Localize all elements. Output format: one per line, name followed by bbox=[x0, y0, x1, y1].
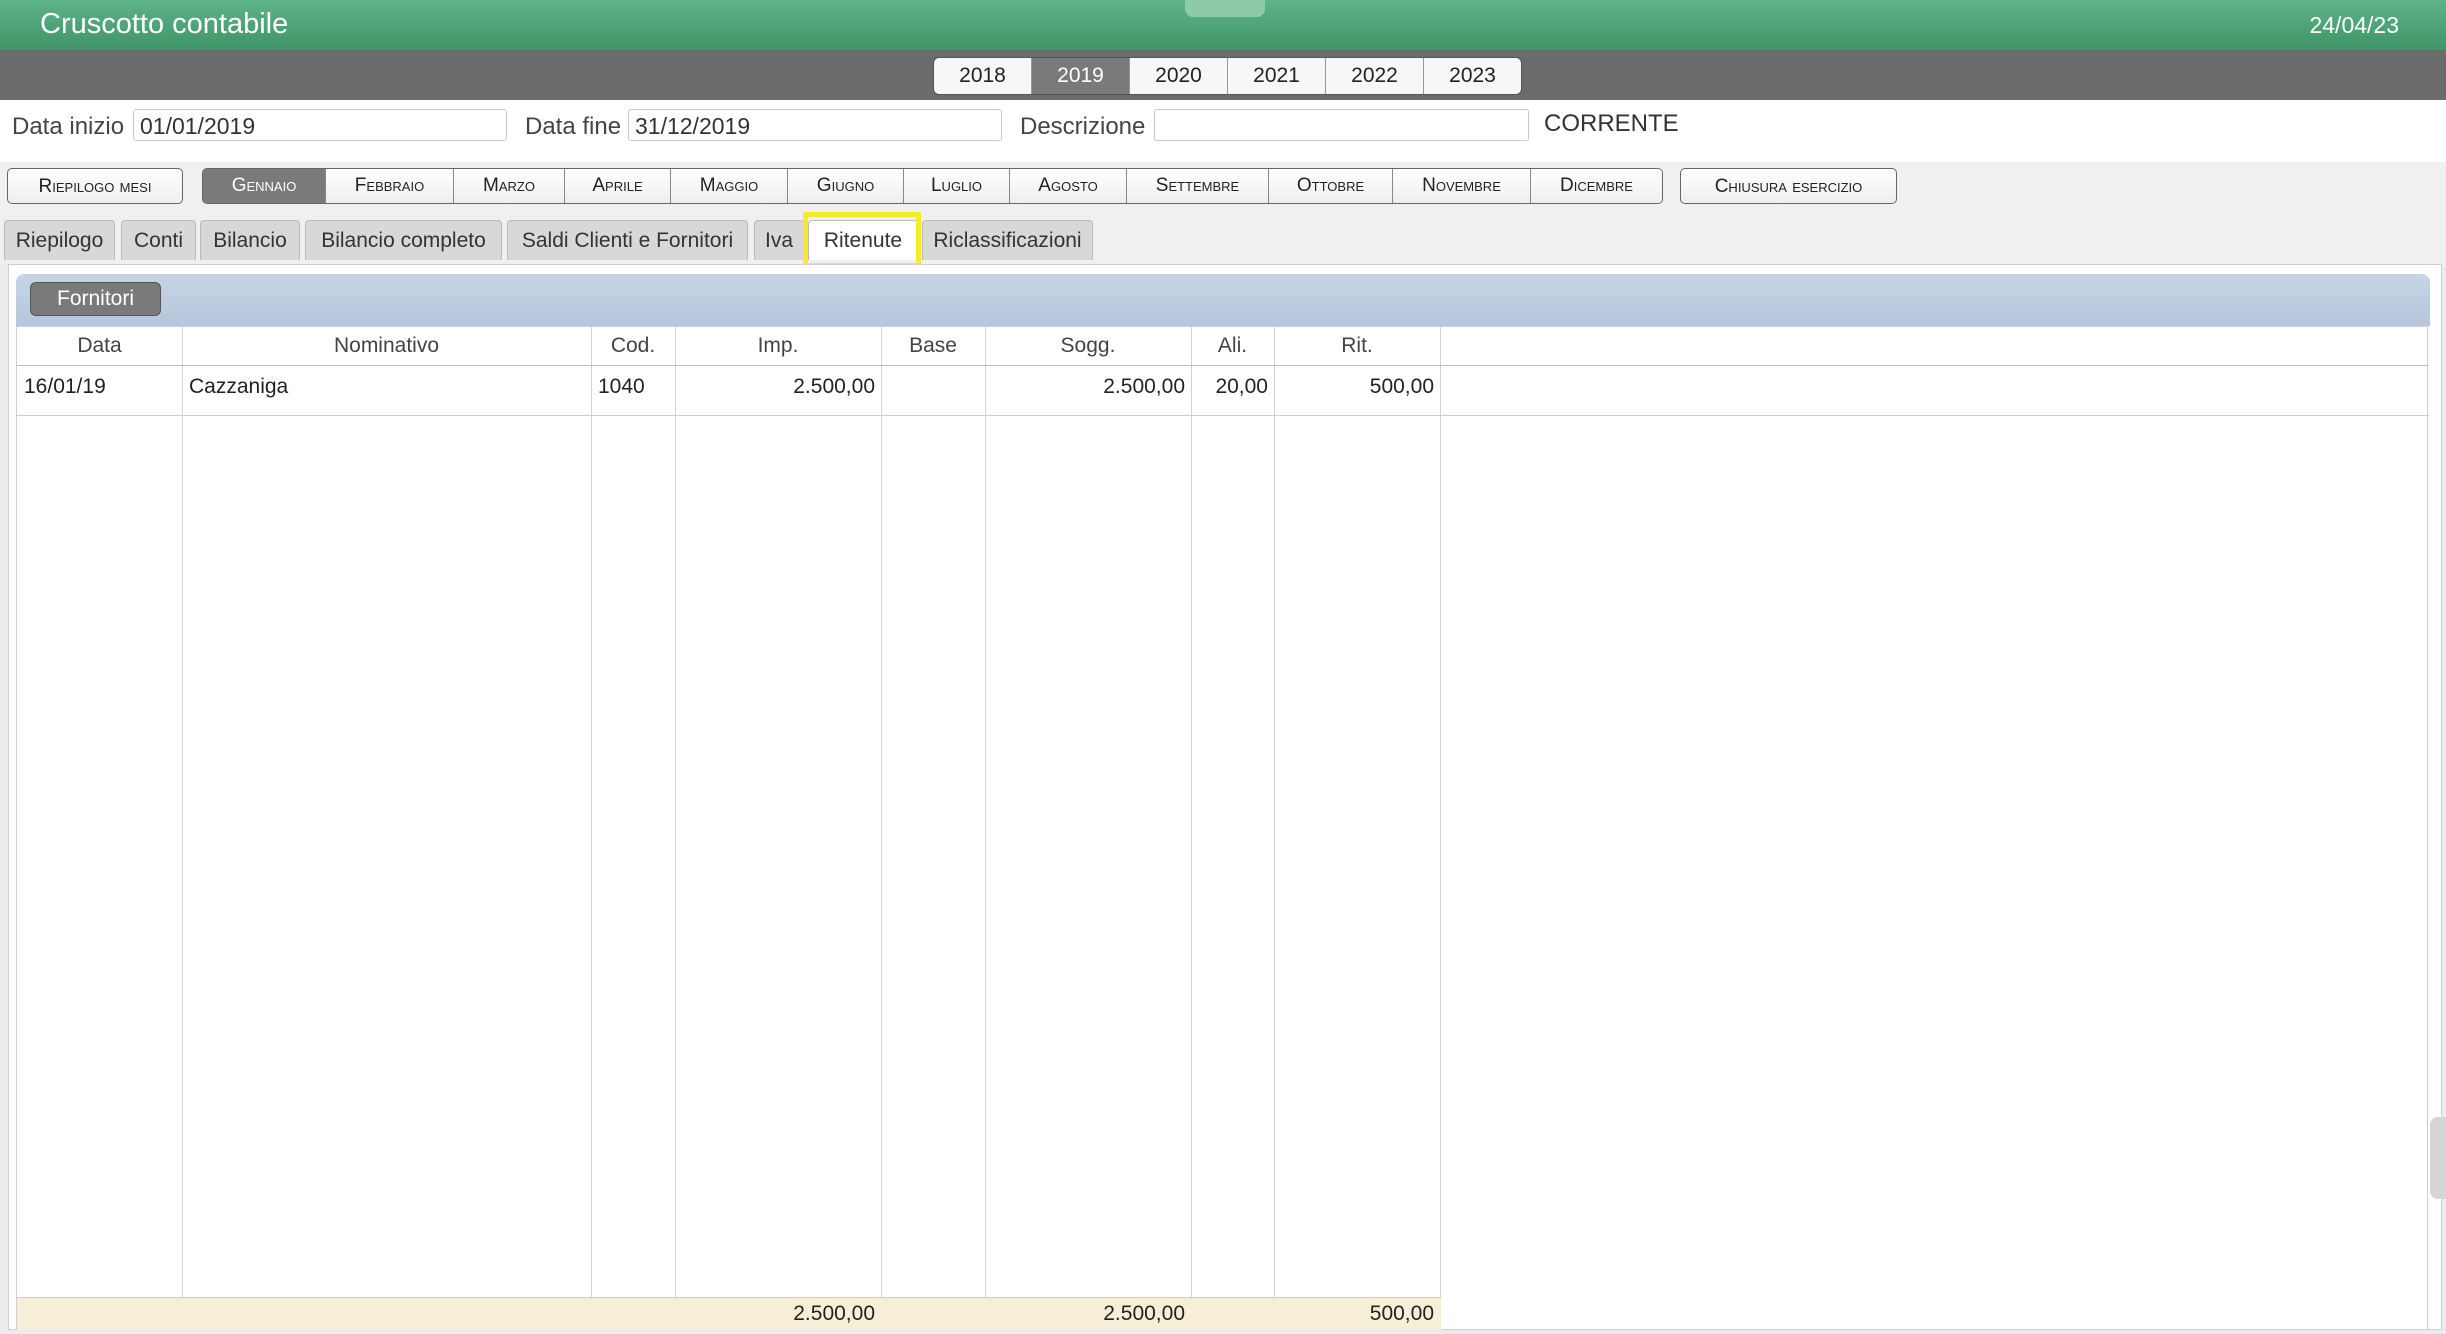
total-rit: 500,00 bbox=[1369, 1302, 1434, 1325]
month-button-aprile[interactable]: Aprile bbox=[565, 169, 671, 203]
year-button-2018[interactable]: 2018 bbox=[934, 58, 1032, 94]
month-button-giugno[interactable]: Giugno bbox=[788, 169, 904, 203]
tab-conti[interactable]: Conti bbox=[121, 220, 196, 260]
column-header-rit[interactable]: Rit. bbox=[1274, 327, 1440, 365]
cell-rit[interactable]: 500,00 bbox=[1274, 367, 1440, 407]
month-button-marzo[interactable]: Marzo bbox=[454, 169, 565, 203]
cell-nominativo[interactable]: Cazzaniga bbox=[182, 367, 591, 407]
end-date-label: Data fine bbox=[525, 113, 622, 140]
month-button-luglio[interactable]: Luglio bbox=[904, 169, 1010, 203]
month-button-gennaio[interactable]: Gennaio bbox=[203, 169, 326, 203]
column-header-ali[interactable]: Ali. bbox=[1191, 327, 1274, 365]
app-title: Cruscotto contabile bbox=[40, 8, 289, 40]
column-divider bbox=[1274, 327, 1275, 1329]
totals-row: 2.500,00 2.500,00 500,00 bbox=[17, 1297, 1441, 1330]
column-divider bbox=[985, 327, 986, 1329]
cell-sogg[interactable]: 2.500,00 bbox=[985, 367, 1191, 407]
column-divider bbox=[591, 327, 592, 1329]
column-header-data[interactable]: Data bbox=[17, 327, 182, 365]
month-button-agosto[interactable]: Agosto bbox=[1010, 169, 1127, 203]
start-date-field[interactable]: 01/01/2019 bbox=[133, 109, 507, 141]
year-button-2020[interactable]: 2020 bbox=[1130, 58, 1228, 94]
tab-riclassificazioni[interactable]: Riclassificazioni bbox=[922, 220, 1093, 260]
tab-bilancio[interactable]: Bilancio bbox=[200, 220, 300, 260]
column-header-base[interactable]: Base bbox=[881, 327, 985, 365]
month-button-novembre[interactable]: Novembre bbox=[1393, 169, 1531, 203]
tab-riepilogo[interactable]: Riepilogo bbox=[4, 220, 115, 260]
year-button-2019[interactable]: 2019 bbox=[1032, 58, 1130, 94]
row-divider bbox=[17, 415, 2429, 416]
total-imp: 2.500,00 bbox=[793, 1302, 875, 1325]
year-button-2023[interactable]: 2023 bbox=[1424, 58, 1521, 94]
total-sogg: 2.500,00 bbox=[1103, 1302, 1185, 1325]
cell-ali[interactable]: 20,00 bbox=[1191, 367, 1274, 407]
column-divider bbox=[182, 327, 183, 1329]
current-date: 24/04/23 bbox=[2309, 12, 2399, 38]
year-selector: 2018 2019 2020 2021 2022 2023 bbox=[933, 57, 1522, 95]
month-selector: Gennaio Febbraio Marzo Aprile Maggio Giu… bbox=[202, 168, 1663, 204]
month-button-settembre[interactable]: Settembre bbox=[1127, 169, 1269, 203]
scrollbar-thumb[interactable] bbox=[2430, 1117, 2446, 1199]
header-divider bbox=[17, 365, 2429, 366]
description-label: Descrizione bbox=[1020, 113, 1146, 140]
year-button-2022[interactable]: 2022 bbox=[1326, 58, 1424, 94]
month-button-dicembre[interactable]: Dicembre bbox=[1531, 169, 1662, 203]
tab-iva[interactable]: Iva bbox=[754, 220, 804, 260]
tab-ritenute[interactable]: Ritenute bbox=[808, 220, 918, 260]
end-date-field[interactable]: 31/12/2019 bbox=[628, 109, 1002, 141]
tab-saldi-clienti-fornitori[interactable]: Saldi Clienti e Fornitori bbox=[507, 220, 748, 260]
tab-bar: Riepilogo Conti Bilancio Bilancio comple… bbox=[0, 212, 2446, 264]
column-divider bbox=[675, 327, 676, 1329]
month-button-maggio[interactable]: Maggio bbox=[671, 169, 788, 203]
title-bar: Cruscotto contabile 24/04/23 bbox=[0, 0, 2446, 50]
month-button-febbraio[interactable]: Febbraio bbox=[326, 169, 454, 203]
column-header-cod[interactable]: Cod. bbox=[591, 327, 675, 365]
start-date-label: Data inizio bbox=[12, 113, 125, 140]
description-field[interactable] bbox=[1154, 109, 1529, 141]
column-divider bbox=[1440, 327, 1441, 1329]
section-header: Fornitori bbox=[16, 274, 2430, 326]
year-button-2021[interactable]: 2021 bbox=[1228, 58, 1326, 94]
cell-base[interactable] bbox=[881, 367, 985, 407]
months-summary-button[interactable]: Riepilogo mesi bbox=[7, 168, 183, 204]
column-divider bbox=[1191, 327, 1192, 1329]
column-header-imp[interactable]: Imp. bbox=[675, 327, 881, 365]
close-fiscal-year-button[interactable]: Chiusura esercizio bbox=[1680, 168, 1897, 204]
column-header-sogg[interactable]: Sogg. bbox=[985, 327, 1191, 365]
fornitori-button[interactable]: Fornitori bbox=[30, 282, 162, 316]
cell-imp[interactable]: 2.500,00 bbox=[675, 367, 881, 407]
month-button-ottobre[interactable]: Ottobre bbox=[1269, 169, 1393, 203]
column-header-nominativo[interactable]: Nominativo bbox=[182, 327, 591, 365]
year-bar: 2018 2019 2020 2021 2022 2023 bbox=[0, 50, 2446, 100]
month-bar: Riepilogo mesi Gennaio Febbraio Marzo Ap… bbox=[0, 162, 2446, 212]
filter-bar: Data inizio 01/01/2019 Data fine 31/12/2… bbox=[0, 100, 2446, 162]
tab-bilancio-completo[interactable]: Bilancio completo bbox=[305, 220, 502, 260]
status-label: CORRENTE bbox=[1544, 110, 1679, 137]
cell-cod[interactable]: 1040 bbox=[591, 367, 675, 407]
cell-data[interactable]: 16/01/19 bbox=[17, 367, 182, 407]
withholdings-table: Data Nominativo Cod. Imp. Base Sogg. Ali… bbox=[16, 326, 2446, 1330]
column-divider bbox=[881, 327, 882, 1329]
drag-handle[interactable] bbox=[1185, 0, 1265, 17]
